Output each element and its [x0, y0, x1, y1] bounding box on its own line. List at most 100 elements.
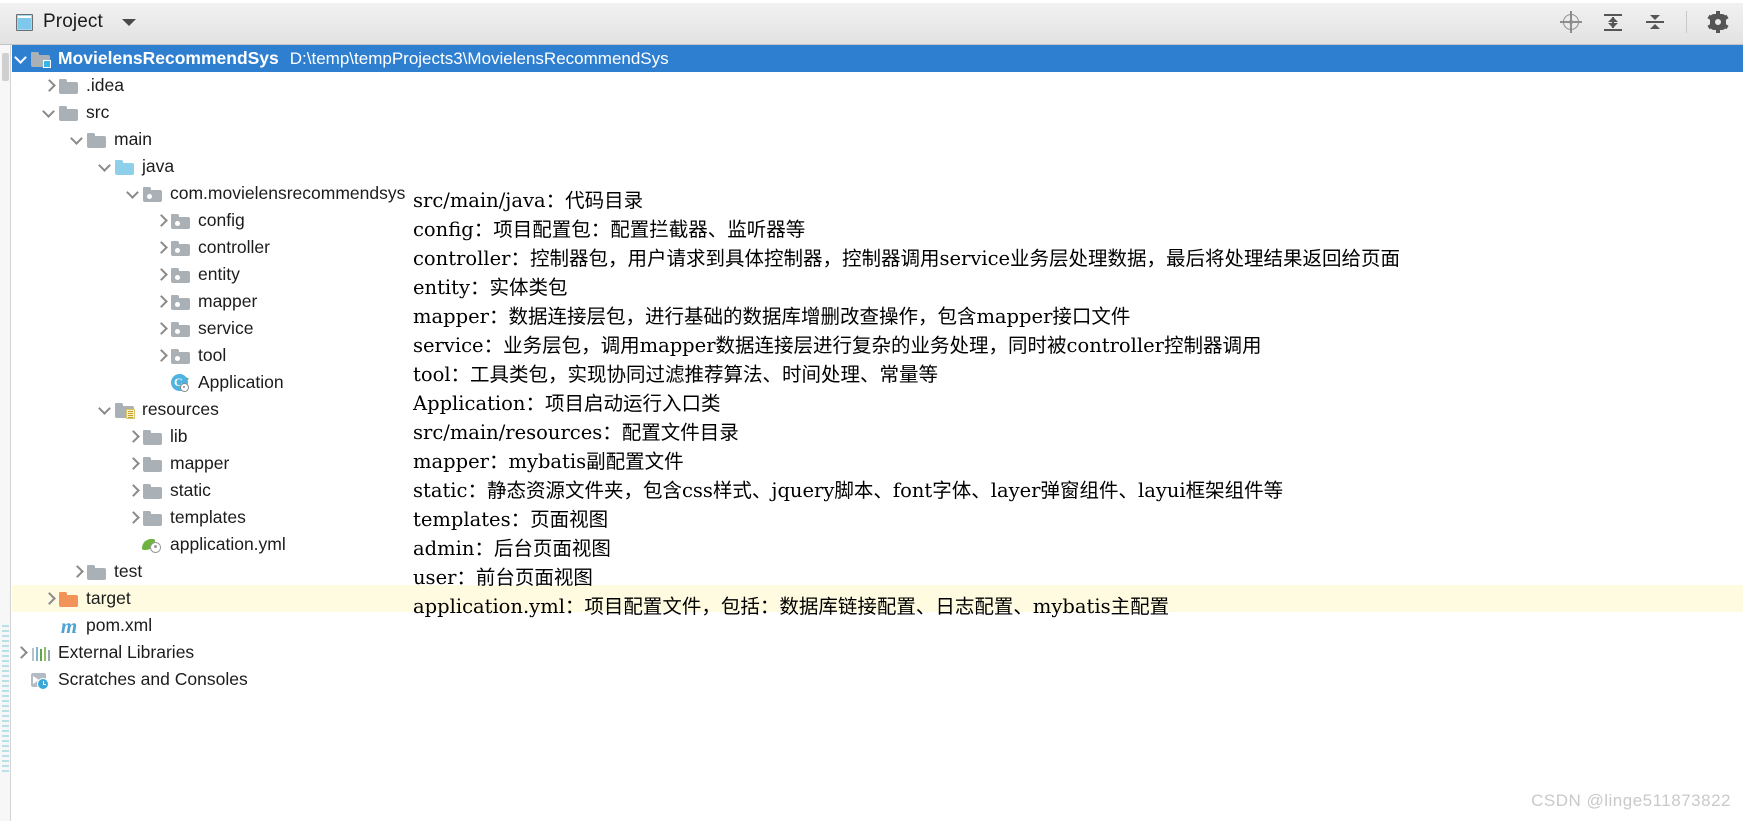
- folder-icon: [143, 456, 162, 472]
- tree-row-label: pom.xml: [86, 614, 153, 635]
- tree-row-label: java: [142, 155, 175, 176]
- annotation-line: entity：实体类包: [413, 276, 568, 299]
- tree-row-label: MovielensRecommendSys: [58, 47, 279, 68]
- tree-row-label: tool: [198, 344, 227, 365]
- source-root-folder-icon: [114, 157, 136, 177]
- folder-icon: [87, 132, 106, 148]
- tree-row-label: Scratches and Consoles: [58, 668, 248, 689]
- tree-row-main[interactable]: main: [12, 126, 1743, 153]
- expand-all-icon[interactable]: [1602, 11, 1624, 33]
- package-folder-icon: [170, 265, 192, 285]
- chevron-down-icon[interactable]: [12, 45, 30, 72]
- package-folder-icon: [171, 213, 190, 229]
- project-tree-panel: MovielensRecommendSys D:\temp\tempProject…: [0, 45, 1743, 821]
- gear-icon[interactable]: [1707, 11, 1729, 33]
- folder-icon: [87, 564, 106, 580]
- folder-icon: [142, 454, 164, 474]
- chevron-right-icon[interactable]: [124, 477, 142, 504]
- java-class-runnable-icon: C: [170, 373, 192, 393]
- tree-row-label: Application: [198, 371, 284, 392]
- package-folder-icon: [171, 294, 190, 310]
- chevron-right-icon[interactable]: [40, 585, 58, 612]
- tree-row-label: config: [198, 209, 245, 230]
- tree-row-label: entity: [198, 263, 240, 284]
- chevron-down-icon[interactable]: [124, 180, 142, 207]
- folder-icon: [142, 481, 164, 501]
- watermark: CSDN @linge511873822: [1531, 791, 1731, 810]
- folder-icon: [143, 429, 162, 445]
- tree-row-path: D:\temp\tempProjects3\MovielensRecommend…: [289, 48, 669, 68]
- tree-scroll-gutter[interactable]: [0, 45, 11, 821]
- resource-root-folder-icon: [115, 402, 135, 419]
- chevron-right-icon[interactable]: [152, 207, 170, 234]
- annotation-line: Application：项目启动运行入口类: [413, 392, 721, 415]
- chevron-down-icon[interactable]: [96, 153, 114, 180]
- folder-icon: [143, 510, 162, 526]
- toolbar-divider: [1686, 11, 1687, 33]
- chevron-right-icon[interactable]: [40, 72, 58, 99]
- java-class-runnable-icon: C: [171, 373, 190, 393]
- collapse-all-icon[interactable]: [1644, 11, 1666, 33]
- folder-icon: [142, 427, 164, 447]
- chevron-right-icon[interactable]: [124, 423, 142, 450]
- package-folder-icon: [170, 319, 192, 339]
- tree-row-label: target: [86, 587, 131, 608]
- chevron-right-icon[interactable]: [152, 234, 170, 261]
- tree-row-idea[interactable]: .idea: [12, 72, 1743, 99]
- chevron-down-icon[interactable]: [96, 396, 114, 423]
- tree-row-label: com.movielensrecommendsys: [170, 182, 406, 203]
- chevron-right-icon[interactable]: [152, 261, 170, 288]
- folder-icon: [59, 78, 78, 94]
- package-folder-icon: [171, 348, 190, 364]
- tree-row-java[interactable]: java: [12, 153, 1743, 180]
- toolwindow-header-left: Project: [0, 11, 136, 33]
- tree-row-label: mapper: [198, 290, 258, 311]
- annotation-line: tool：工具类包，实现协同过滤推荐算法、时间处理、常量等: [413, 363, 939, 386]
- folder-icon: [142, 508, 164, 528]
- external-libraries-icon: [32, 646, 51, 661]
- project-panel-icon: [16, 13, 33, 31]
- tree-row-scratches-and-consoles[interactable]: Scratches and Consoles: [12, 666, 1743, 693]
- external-libraries-icon: [30, 643, 52, 663]
- tree-row-label: .idea: [86, 74, 124, 95]
- folder-icon: [86, 130, 108, 150]
- maven-icon: m: [60, 613, 78, 638]
- chevron-right-icon[interactable]: [12, 639, 30, 666]
- chevron-right-icon[interactable]: [68, 558, 86, 585]
- annotation-line: user：前台页面视图: [413, 566, 593, 589]
- chevron-right-icon[interactable]: [152, 315, 170, 342]
- chevron-down-icon[interactable]: [121, 18, 136, 26]
- tree-row-external-libraries[interactable]: External Libraries: [12, 639, 1743, 666]
- package-folder-icon: [143, 186, 162, 202]
- chevron-down-icon[interactable]: [68, 126, 86, 153]
- annotation-line: src/main/resources：配置文件目录: [413, 421, 739, 444]
- package-folder-icon: [170, 238, 192, 258]
- maven-icon: m: [58, 613, 80, 638]
- toolwindow-header-actions: [1560, 11, 1743, 33]
- annotation-line: templates：页面视图: [413, 508, 609, 531]
- package-folder-icon: [142, 184, 164, 204]
- tree-row-src[interactable]: src: [12, 99, 1743, 126]
- package-folder-icon: [171, 267, 190, 283]
- tree-row-label: templates: [170, 506, 246, 527]
- chevron-right-icon[interactable]: [152, 342, 170, 369]
- chevron-down-icon[interactable]: [40, 99, 58, 126]
- tree-row-movielensrecommendsys[interactable]: MovielensRecommendSys D:\temp\tempProject…: [12, 45, 1743, 72]
- chevron-right-icon[interactable]: [124, 450, 142, 477]
- scratches-consoles-icon: [30, 670, 52, 690]
- chevron-right-icon[interactable]: [152, 288, 170, 315]
- tree-row-label: resources: [142, 398, 219, 419]
- package-folder-icon: [171, 321, 190, 337]
- excluded-folder-icon: [58, 589, 80, 609]
- folder-icon: [59, 105, 78, 121]
- toolwindow-title: Project: [43, 11, 103, 32]
- scrollbar-thumb[interactable]: [2, 53, 9, 81]
- folder-icon: [86, 562, 108, 582]
- select-opened-file-icon[interactable]: [1560, 11, 1582, 33]
- chevron-right-icon[interactable]: [124, 504, 142, 531]
- project-toolwindow-header: Project: [0, 0, 1743, 45]
- annotation-line: application.yml：项目配置文件，包括：数据库链接配置、日志配置、m…: [413, 595, 1170, 618]
